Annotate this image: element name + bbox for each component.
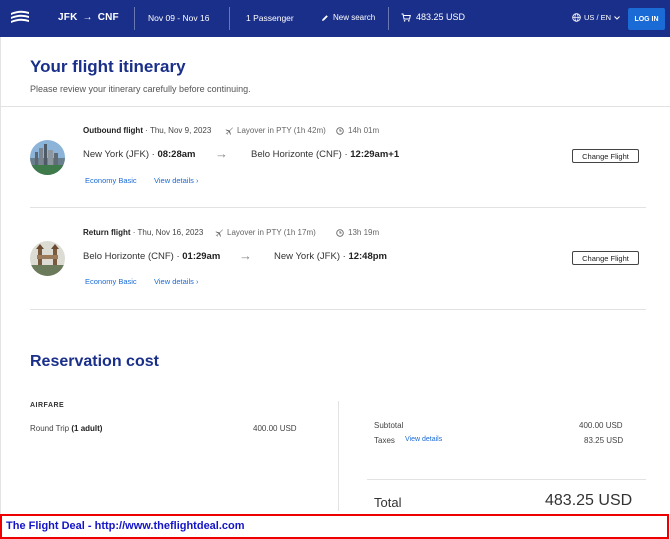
- arrow-right-icon: →: [215, 146, 228, 161]
- flight-type-label: Outbound flight: [83, 126, 143, 135]
- change-flight-button[interactable]: Change Flight: [572, 149, 639, 163]
- arrival-city: New York (JFK) ·: [274, 251, 349, 262]
- departure-info: Belo Horizonte (CNF) · 01:29am: [83, 251, 220, 262]
- divider: [367, 479, 646, 480]
- fare-class-link[interactable]: Economy Basic: [85, 277, 137, 286]
- departure-time: 08:28am: [157, 149, 196, 160]
- watermark-text: The Flight Deal - http://www.theflightde…: [6, 520, 245, 532]
- round-trip-value: 400.00 USD: [253, 424, 297, 433]
- travel-dates[interactable]: Nov 09 - Nov 16: [148, 13, 209, 23]
- taxes-label: Taxes: [374, 436, 395, 445]
- chevron-right-icon: ›: [195, 277, 199, 286]
- taxes-view-details-link[interactable]: View details: [405, 436, 442, 443]
- top-navigation-bar: JFK → CNF Nov 09 - Nov 16 1 Passenger New …: [0, 0, 670, 37]
- origin-code: JFK: [58, 12, 78, 23]
- arrival-info: Belo Horizonte (CNF) · 12:29am+1: [251, 149, 399, 160]
- divider: [1, 106, 670, 107]
- arrival-info: New York (JFK) · 12:48pm: [274, 251, 387, 262]
- subtotal-label: Subtotal: [374, 421, 404, 430]
- departure-city: New York (JFK) ·: [83, 149, 158, 160]
- duration-text: 13h 19m: [348, 228, 380, 237]
- route-arrow-icon: →: [82, 12, 93, 23]
- duration-text: 14h 01m: [348, 126, 380, 135]
- taxes-value: 83.25 USD: [584, 436, 624, 445]
- view-details-link[interactable]: View details ›: [154, 277, 198, 286]
- total-value: 483.25 USD: [545, 492, 633, 509]
- reservation-cost-title: Reservation cost: [30, 353, 159, 370]
- arrow-right-icon: →: [239, 248, 252, 263]
- layover-info: Layover in PTY (1h 17m): [215, 228, 316, 237]
- trip-type: Round Trip: [30, 424, 72, 433]
- round-trip-label: Round Trip (1 adult): [30, 424, 102, 433]
- passenger-count[interactable]: 1 Passenger: [246, 13, 294, 23]
- total-label: Total: [374, 495, 402, 510]
- departure-city: Belo Horizonte (CNF) ·: [83, 251, 183, 262]
- header-divider: [134, 7, 135, 30]
- flight-duration: 13h 19m: [336, 228, 379, 237]
- cart-summary[interactable]: 483.25 USD: [401, 12, 465, 22]
- cart-total: 483.25 USD: [416, 12, 466, 22]
- header-divider: [229, 7, 230, 30]
- trip-passengers: (1 adult): [71, 424, 103, 433]
- arrival-time: 12:48pm: [348, 251, 387, 262]
- page-title: Your flight itinerary: [30, 57, 186, 76]
- new-search-label: New search: [333, 13, 376, 22]
- new-search-button[interactable]: New search: [321, 13, 375, 22]
- arrival-time: 12:29am+1: [350, 149, 400, 160]
- flight-duration: 14h 01m: [336, 126, 379, 135]
- layover-info: Layover in PTY (1h 42m): [225, 126, 326, 135]
- page-subtitle: Please review your itinerary carefully b…: [30, 84, 251, 94]
- vertical-divider: [338, 401, 339, 511]
- plane-icon: [215, 229, 223, 237]
- departure-info: New York (JFK) · 08:28am: [83, 149, 195, 160]
- view-details-label: View details: [154, 277, 194, 286]
- cart-icon: [401, 13, 411, 22]
- layover-text: Layover in PTY (1h 17m): [227, 228, 316, 237]
- view-details-link[interactable]: View details ›: [154, 176, 198, 185]
- pencil-icon: [322, 14, 328, 21]
- flight-date: · Thu, Nov 9, 2023: [142, 126, 212, 135]
- divider: [30, 207, 646, 208]
- outbound-flight-header: Outbound flight · Thu, Nov 9, 2023: [83, 126, 211, 135]
- change-flight-button[interactable]: Change Flight: [572, 251, 639, 265]
- globe-icon: [572, 13, 581, 22]
- watermark-banner: The Flight Deal - http://www.theflightde…: [0, 514, 669, 539]
- locale-selector[interactable]: US / EN: [572, 13, 620, 22]
- flight-type-label: Return flight: [83, 228, 131, 237]
- flight-date: · Thu, Nov 16, 2023: [130, 228, 204, 237]
- header-divider: [388, 7, 389, 30]
- airline-logo-icon[interactable]: [10, 9, 30, 26]
- clock-icon: [336, 126, 344, 135]
- fare-class-link[interactable]: Economy Basic: [85, 176, 137, 185]
- locale-label: US / EN: [584, 13, 612, 22]
- view-details-label: View details: [154, 176, 194, 185]
- belo-horizonte-photo: [30, 241, 65, 276]
- login-button[interactable]: LOG IN: [628, 8, 665, 30]
- destination-code: CNF: [97, 12, 119, 23]
- route-summary[interactable]: JFK → CNF: [58, 12, 119, 23]
- chevron-down-icon: [614, 15, 620, 20]
- chevron-right-icon: ›: [195, 176, 199, 185]
- itinerary-card: Your flight itinerary Please review your…: [0, 37, 670, 539]
- subtotal-value: 400.00 USD: [579, 421, 623, 430]
- arrival-city: Belo Horizonte (CNF) ·: [251, 149, 351, 160]
- return-flight-header: Return flight · Thu, Nov 16, 2023: [83, 228, 203, 237]
- departure-time: 01:29am: [182, 251, 221, 262]
- divider: [30, 309, 646, 310]
- plane-icon: [225, 127, 233, 135]
- layover-text: Layover in PTY (1h 42m): [237, 126, 326, 135]
- airfare-label: AIRFARE: [30, 402, 65, 409]
- clock-icon: [336, 228, 344, 237]
- new-york-city-photo: [30, 140, 65, 175]
